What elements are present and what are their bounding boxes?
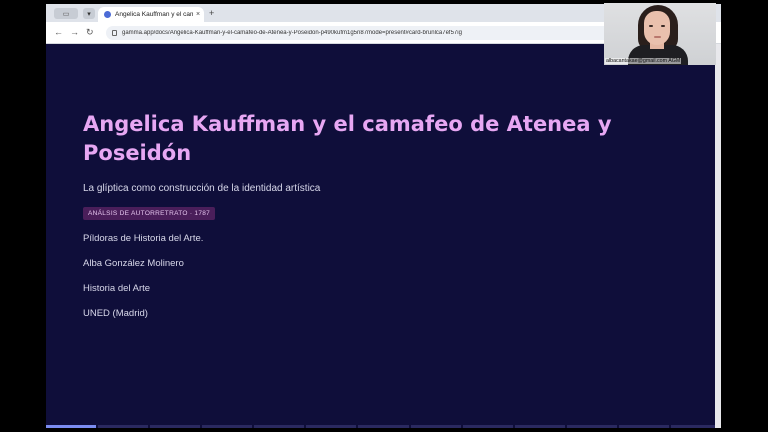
browser-window: ▭ ▾ Angelica Kauffman y el cama × + ← → … — [46, 4, 721, 428]
forward-icon[interactable]: → — [70, 27, 79, 37]
tab-title: Angelica Kauffman y el cama — [115, 11, 193, 18]
progress-segment[interactable] — [46, 425, 97, 428]
presenter-eye — [649, 25, 653, 27]
tab-search-chevron-icon[interactable]: ▾ — [83, 8, 95, 19]
address-bar[interactable]: gamma.app/docs/Angelica-Kauffman-y-el-ca… — [106, 26, 666, 40]
progress-segment[interactable] — [254, 425, 305, 428]
reload-icon[interactable]: ↻ — [86, 27, 94, 38]
progress-segment[interactable] — [514, 425, 565, 428]
progress-segment[interactable] — [618, 425, 669, 428]
slide-badge: ANÁLSIS DE AUTORRETRATO · 1787 — [83, 207, 216, 220]
webcam-caption: albacantakae@gmail.com AGM — [605, 58, 682, 64]
tab-close-icon[interactable]: × — [196, 11, 200, 18]
presenter-face — [644, 11, 670, 45]
department-line: Historia del Arte — [83, 283, 151, 294]
slide-subtitle: La glíptica como construcción de la iden… — [83, 183, 321, 194]
slide-progress-bar[interactable] — [46, 425, 721, 428]
scrollbar-track[interactable] — [715, 44, 721, 428]
progress-segment[interactable] — [202, 425, 253, 428]
presenter-mouth — [654, 36, 661, 38]
back-icon[interactable]: ← — [54, 27, 63, 37]
tab-group-icon: ▭ — [62, 10, 70, 18]
gamma-favicon-icon — [104, 11, 111, 18]
url-text[interactable]: gamma.app/docs/Angelica-Kauffman-y-el-ca… — [122, 30, 462, 36]
progress-segment[interactable] — [462, 425, 513, 428]
progress-segment[interactable] — [566, 425, 617, 428]
slide-title: Angelica Kauffman y el camafeo de Atenea… — [83, 112, 612, 165]
presentation-slide: Angelica Kauffman y el camafeo de Atenea… — [46, 44, 721, 428]
webcam-overlay: albacantakae@gmail.com AGM — [604, 3, 716, 65]
progress-segment[interactable] — [98, 425, 149, 428]
tab-group[interactable]: ▭ — [54, 8, 78, 19]
institution-line: UNED (Madrid) — [83, 308, 148, 319]
info-line: Píldoras de Historia del Arte. — [83, 233, 204, 244]
progress-segment[interactable] — [150, 425, 201, 428]
progress-segment[interactable] — [670, 425, 721, 428]
site-info-icon[interactable] — [112, 30, 117, 36]
progress-segment[interactable] — [358, 425, 409, 428]
progress-segment[interactable] — [306, 425, 357, 428]
author-line: Alba González Molinero — [83, 258, 184, 269]
new-tab-button[interactable]: + — [209, 8, 214, 18]
tab-active[interactable]: Angelica Kauffman y el cama × — [98, 7, 204, 22]
presenter-eye — [661, 25, 665, 27]
progress-segment[interactable] — [410, 425, 461, 428]
